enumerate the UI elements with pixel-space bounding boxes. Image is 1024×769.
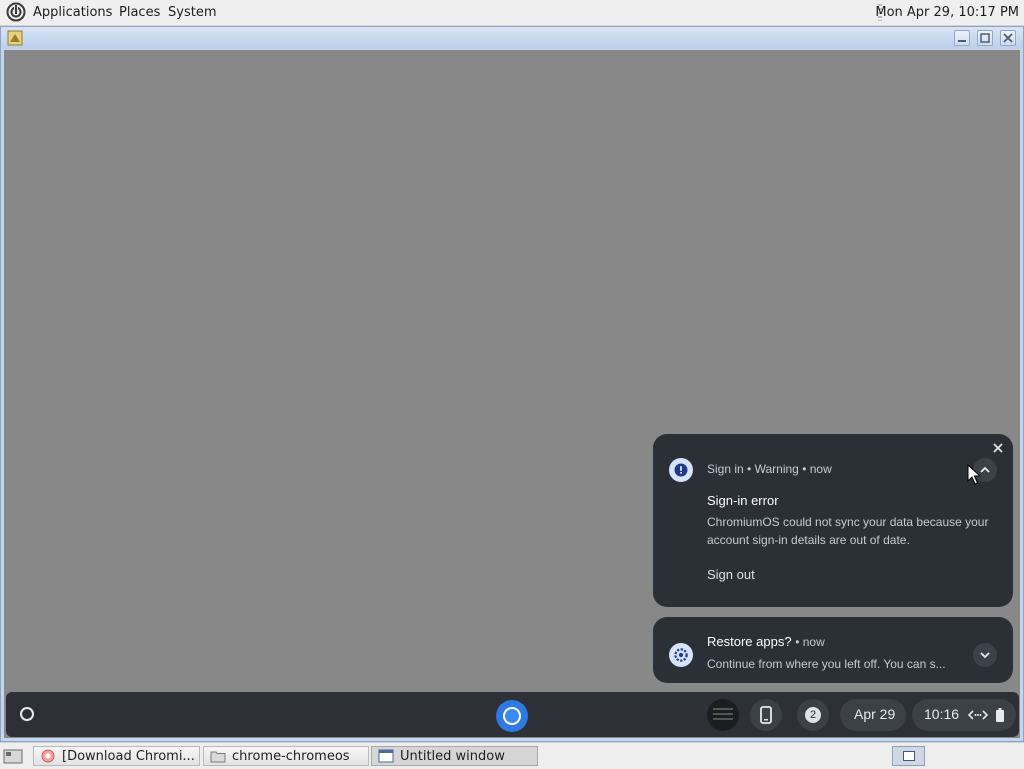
taskbar-task-untitled[interactable]: Untitled window — [371, 746, 538, 766]
top-panel: Applications Places System Mon Apr 29, 1… — [0, 0, 1024, 26]
warning-icon — [669, 458, 693, 482]
notification-sign-in-error[interactable]: Sign in • Warning • now Sign-in error Ch… — [653, 434, 1013, 607]
workspace-1[interactable] — [903, 751, 915, 761]
notification-count-badge: 2 — [805, 707, 821, 723]
distro-logo-icon[interactable] — [6, 2, 26, 22]
notification-source: Sign in — [707, 462, 744, 476]
chromeos-window: Sign in • Warning • now Sign-in error Ch… — [0, 26, 1024, 742]
window-icon — [378, 749, 394, 763]
settings-icon — [669, 643, 693, 667]
show-desktop-icon[interactable] — [3, 748, 23, 764]
mouse-cursor-icon — [967, 464, 981, 485]
app-icon[interactable] — [7, 30, 23, 46]
task-label: [Download Chromi... — [62, 749, 195, 764]
task-label: chrome-chromeos — [232, 749, 350, 764]
app-window-thumbnail-icon[interactable] — [707, 699, 739, 731]
places-menu[interactable]: Places — [119, 5, 160, 20]
notification-title: Restore apps? — [707, 634, 792, 649]
sign-out-button[interactable]: Sign out — [707, 567, 755, 582]
minimize-button[interactable] — [954, 30, 970, 46]
notification-title: Sign-in error — [707, 493, 779, 508]
expand-notification-button[interactable] — [973, 643, 997, 667]
maximize-button[interactable] — [977, 30, 993, 46]
network-icon — [968, 710, 988, 720]
chevron-down-icon — [980, 652, 990, 659]
taskbar-task-folder[interactable]: chrome-chromeos — [203, 746, 369, 766]
notification-body: ChromiumOS could not sync your data beca… — [707, 515, 989, 547]
shelf-date: Apr 29 — [854, 706, 896, 722]
separator-dot: • — [795, 635, 803, 649]
notification-counter-button[interactable]: 2 — [797, 699, 829, 731]
notification-time: now — [802, 635, 825, 649]
maximize-icon — [980, 33, 990, 43]
notification-body: Continue from where you left off. You ca… — [707, 657, 946, 671]
phone-hub-button[interactable] — [750, 699, 782, 731]
phone-icon — [760, 706, 772, 724]
notification-time: now — [809, 462, 832, 476]
close-icon — [1003, 33, 1013, 43]
panel-clock[interactable]: Mon Apr 29, 10:17 PM — [875, 5, 1019, 20]
system-menu[interactable]: System — [168, 5, 216, 20]
launcher-icon[interactable] — [20, 707, 34, 721]
notification-header: Sign in • Warning • now — [707, 462, 832, 476]
bottom-taskbar: [Download Chromi... chrome-chromeos Unti… — [0, 742, 1024, 769]
close-notification-icon[interactable] — [993, 443, 1003, 453]
chromeos-shelf: 2 Apr 29 10:16 — [6, 692, 1019, 737]
chromeos-desktop[interactable]: Sign in • Warning • now Sign-in error Ch… — [4, 50, 1020, 738]
close-button[interactable] — [1000, 30, 1016, 46]
status-tray-button[interactable]: 10:16 — [912, 699, 1016, 731]
notification-header: Restore apps? • now — [707, 634, 825, 649]
separator-dot: • — [802, 462, 810, 476]
applications-menu[interactable]: Applications — [33, 5, 112, 20]
notification-severity: Warning — [754, 462, 799, 476]
separator-dot: • — [747, 462, 755, 476]
workspace-switcher[interactable] — [892, 746, 925, 766]
date-tray-button[interactable]: Apr 29 — [840, 699, 906, 731]
shelf-time: 10:16 — [924, 706, 960, 722]
task-label: Untitled window — [400, 749, 505, 764]
chromium-browser-icon[interactable] — [496, 700, 528, 732]
taskbar-task-download[interactable]: [Download Chromi... — [33, 746, 200, 766]
minimize-icon — [958, 40, 966, 42]
folder-icon — [210, 751, 226, 763]
browser-icon — [41, 749, 55, 763]
battery-icon — [996, 708, 1004, 722]
window-titlebar[interactable] — [1, 27, 1023, 49]
notification-restore-apps[interactable]: Restore apps? • now Continue from where … — [653, 617, 1013, 683]
